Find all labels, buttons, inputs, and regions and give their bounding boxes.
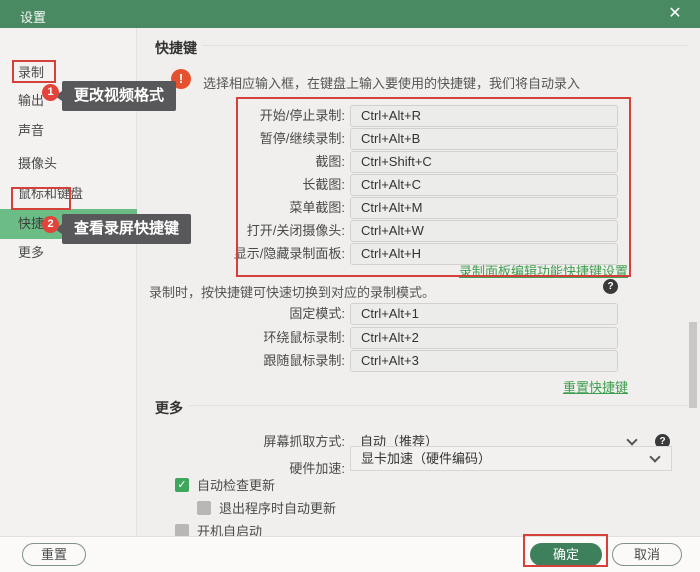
hotkey-input-around-mouse[interactable]: Ctrl+Alt+2 xyxy=(350,327,618,349)
unchecked-checkbox-icon[interactable] xyxy=(197,501,211,515)
hotkey-input-start-stop[interactable]: Ctrl+Alt+R xyxy=(350,105,618,127)
checked-checkbox-icon[interactable]: ✓ xyxy=(175,478,189,492)
capture-method-label: 屏幕抓取方式: xyxy=(263,434,345,449)
mode-label: 环绕鼠标录制: xyxy=(263,330,345,345)
hotkeys-notice: 选择相应输入框，在键盘上输入要使用的快捷键，我们将自动录入 xyxy=(203,76,581,91)
hotkey-input-screenshot[interactable]: Ctrl+Shift+C xyxy=(350,151,618,173)
hw-accel-select[interactable]: 显卡加速（硬件编码） xyxy=(350,446,672,471)
hotkey-input-long-screenshot[interactable]: Ctrl+Alt+C xyxy=(350,174,618,196)
sidebar-item-sound[interactable]: 声音 xyxy=(0,118,137,144)
callout-tooltip-1: 更改视频格式 xyxy=(54,81,177,111)
chevron-down-icon xyxy=(626,434,638,446)
section-divider xyxy=(202,45,688,46)
footer-bar: 重置 确定 取消 xyxy=(0,536,700,572)
hotkey-label: 暂停/继续录制: xyxy=(259,131,345,146)
vertical-scrollbar[interactable] xyxy=(689,322,697,408)
hotkeys-section-title: 快捷键 xyxy=(155,40,197,56)
hotkey-label: 截图: xyxy=(315,154,345,169)
callout-number-2: 2 xyxy=(42,216,59,233)
hw-accel-label: 硬件加速: xyxy=(289,461,345,476)
more-section-title: 更多 xyxy=(155,400,183,416)
callout-number-1: 1 xyxy=(42,84,59,101)
hotkey-label: 显示/隐藏录制面板: xyxy=(233,246,345,261)
panel-hotkey-settings-link[interactable]: 录制面板编辑功能快捷键设置 xyxy=(350,261,628,280)
section-divider xyxy=(188,405,688,406)
hotkey-input-follow-mouse[interactable]: Ctrl+Alt+3 xyxy=(350,350,618,372)
auto-update-check-label: 自动检查更新 xyxy=(197,478,276,493)
hw-accel-value: 显卡加速（硬件编码） xyxy=(361,451,492,466)
cancel-button[interactable]: 取消 xyxy=(612,543,682,566)
mode-label: 跟随鼠标录制: xyxy=(263,353,345,368)
hotkey-input-fixed-mode[interactable]: Ctrl+Alt+1 xyxy=(350,303,618,325)
hotkey-label: 长截图: xyxy=(302,177,345,192)
title-bar: 设置 ✕ xyxy=(0,0,700,28)
hotkey-input-camera-toggle[interactable]: Ctrl+Alt+W xyxy=(350,220,618,242)
reset-hotkeys-link[interactable]: 重置快捷键 xyxy=(350,377,628,396)
reset-button[interactable]: 重置 xyxy=(22,543,86,566)
settings-dialog: 设置 ✕ 录制 输出 声音 摄像头 鼠标和键盘 快捷键 更多 快捷键 ! 选择相… xyxy=(0,0,700,572)
dialog-title: 设置 xyxy=(20,10,47,25)
mode-label: 固定模式: xyxy=(289,306,345,321)
help-icon[interactable]: ? xyxy=(603,279,618,294)
update-on-exit-label: 退出程序时自动更新 xyxy=(219,501,337,516)
ok-button[interactable]: 确定 xyxy=(530,543,602,566)
sidebar-item-camera[interactable]: 摄像头 xyxy=(0,151,137,177)
hotkey-input-menu-screenshot[interactable]: Ctrl+Alt+M xyxy=(350,197,618,219)
hotkey-input-pause-resume[interactable]: Ctrl+Alt+B xyxy=(350,128,618,150)
mode-hint: 录制时，按快捷键可快速切换到对应的录制模式。 xyxy=(149,285,436,300)
callout-tooltip-2: 查看录屏快捷键 xyxy=(54,214,192,244)
sidebar-item-mouse-keyboard[interactable]: 鼠标和键盘 xyxy=(0,181,137,207)
close-icon[interactable]: ✕ xyxy=(664,4,686,24)
chevron-down-icon xyxy=(649,451,661,463)
